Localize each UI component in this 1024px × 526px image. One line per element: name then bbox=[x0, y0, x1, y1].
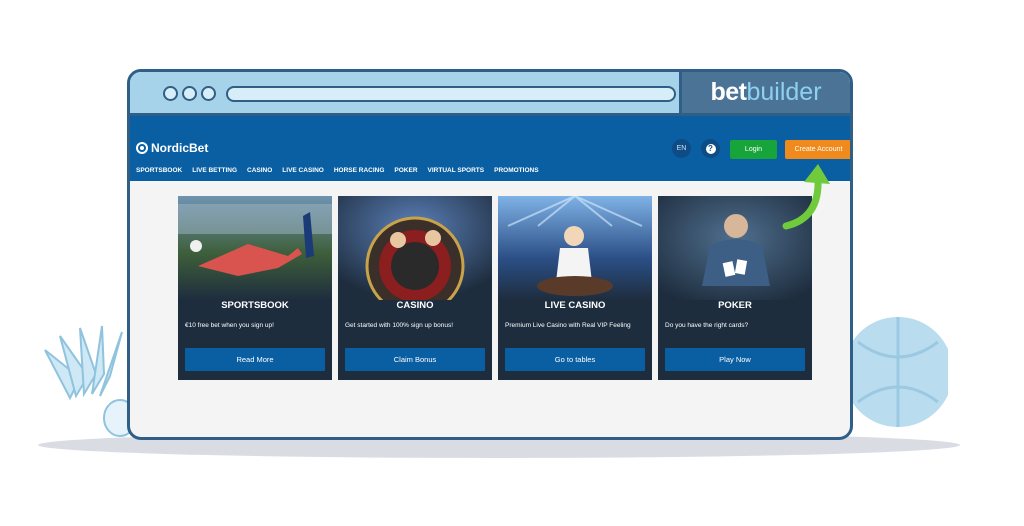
nordicbet-logo[interactable]: NordicBet bbox=[136, 141, 208, 155]
card-title: LIVE CASINO bbox=[544, 300, 606, 311]
arrow-up-icon bbox=[782, 164, 830, 230]
card-description: €10 free bet when you sign up! bbox=[185, 322, 274, 329]
claim-bonus-button[interactable]: Claim Bonus bbox=[345, 348, 485, 371]
brand-bet-text: bet bbox=[710, 78, 747, 106]
nav-item-poker[interactable]: POKER bbox=[394, 167, 417, 174]
help-button[interactable]: ? bbox=[701, 139, 720, 158]
nav-item-live-betting[interactable]: LIVE BETTING bbox=[192, 167, 237, 174]
main-nav: SPORTSBOOK LIVE BETTING CASINO LIVE CASI… bbox=[136, 167, 539, 174]
nav-item-promotions[interactable]: PROMOTIONS bbox=[494, 167, 538, 174]
nordicbet-logo-icon bbox=[136, 142, 148, 154]
browser-window: bet builder NordicBet SPORTSBOOK LIVE BE… bbox=[127, 69, 853, 440]
card-description: Do you have the right cards? bbox=[665, 322, 749, 329]
play-now-button[interactable]: Play Now bbox=[665, 348, 805, 371]
nav-item-horse-racing[interactable]: HORSE RACING bbox=[334, 167, 385, 174]
card-description: Get started with 100% sign up bonus! bbox=[345, 322, 454, 329]
card-sportsbook: SPORTSBOOK €10 free bet when you sign up… bbox=[178, 196, 332, 380]
window-dot-icon bbox=[201, 86, 216, 101]
read-more-button[interactable]: Read More bbox=[185, 348, 325, 371]
logo-text: NordicBet bbox=[151, 141, 209, 155]
card-casino: CASINO Get started with 100% sign up bon… bbox=[338, 196, 492, 380]
card-live-casino: LIVE CASINO Premium Live Casino with Rea… bbox=[498, 196, 652, 380]
nav-item-casino[interactable]: CASINO bbox=[247, 167, 272, 174]
create-account-button[interactable]: Create Account bbox=[785, 140, 850, 159]
live-casino-image bbox=[498, 196, 652, 300]
window-dot-icon bbox=[182, 86, 197, 101]
nav-item-virtual-sports[interactable]: VIRTUAL SPORTS bbox=[428, 167, 485, 174]
sportsbook-image bbox=[178, 196, 332, 300]
card-title: SPORTSBOOK bbox=[221, 300, 289, 311]
betbuilder-logo: bet builder bbox=[679, 72, 850, 113]
address-bar[interactable] bbox=[226, 86, 676, 102]
browser-toolbar: bet builder bbox=[130, 72, 850, 116]
login-button[interactable]: Login bbox=[730, 140, 777, 159]
casino-image bbox=[338, 196, 492, 300]
site-header: NordicBet SPORTSBOOK LIVE BETTING CASINO… bbox=[130, 116, 850, 181]
shuttlecock-icon bbox=[44, 325, 137, 437]
ball-icon bbox=[843, 317, 948, 427]
card-title: POKER bbox=[718, 300, 752, 311]
language-selector[interactable]: EN bbox=[672, 139, 691, 158]
brand-builder-text: builder bbox=[746, 78, 822, 106]
window-dot-icon bbox=[163, 86, 178, 101]
help-icon: ? bbox=[705, 143, 716, 154]
nav-item-sportsbook[interactable]: SPORTSBOOK bbox=[136, 167, 182, 174]
nav-item-live-casino[interactable]: LIVE CASINO bbox=[282, 167, 324, 174]
go-to-tables-button[interactable]: Go to tables bbox=[505, 348, 645, 371]
card-title: CASINO bbox=[396, 300, 434, 311]
card-description: Premium Live Casino with Real VIP Feelin… bbox=[505, 322, 631, 329]
